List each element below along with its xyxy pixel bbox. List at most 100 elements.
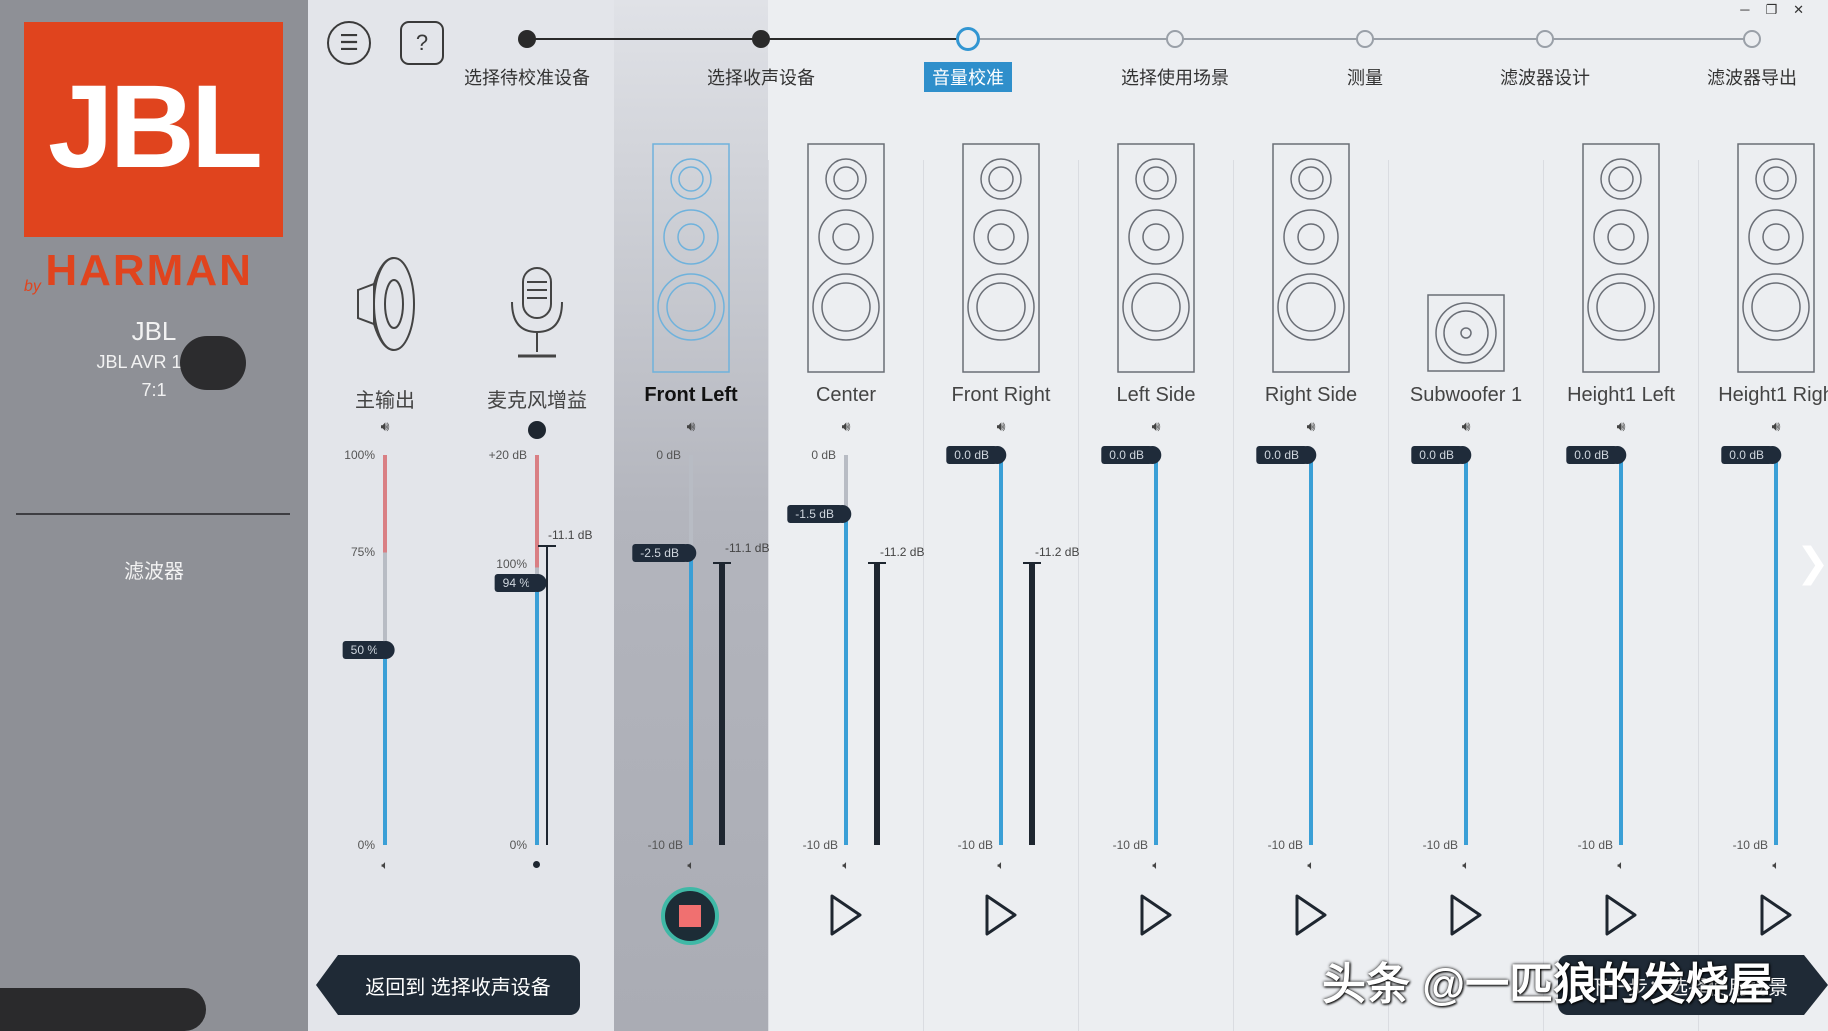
volume-up-icon: 🔊︎	[686, 418, 696, 434]
tower-speaker-icon[interactable]	[652, 143, 730, 373]
mic-gain-track-lower[interactable]	[535, 582, 539, 845]
gain-track-lower[interactable]	[1774, 455, 1778, 845]
gain-value-badge[interactable]: -1.5 dB	[787, 504, 851, 523]
jbl-logo: JBL	[24, 22, 283, 237]
mic-gain-value-badge[interactable]: 94 %	[494, 573, 548, 592]
level-meter-label: -11.1 dB	[725, 541, 770, 555]
subwoofer-icon[interactable]	[1427, 294, 1505, 372]
gain-value-badge[interactable]: 0.0 dB	[1566, 446, 1626, 464]
play-icon[interactable]	[981, 890, 1021, 940]
help-button[interactable]: ?	[400, 21, 444, 65]
sidebar-item-filter[interactable]: 滤波器	[0, 555, 308, 584]
harman-logo: by HARMAN	[24, 246, 294, 296]
scale-bottom-label: -10 dB	[647, 838, 683, 852]
gain-value-badge[interactable]: 0.0 dB	[1721, 446, 1781, 464]
harman-by-text: by	[24, 278, 41, 295]
chevron-right-icon[interactable]: ❯	[1796, 540, 1828, 586]
gain-value-badge[interactable]: 0.0 dB	[946, 446, 1006, 464]
gain-value-badge[interactable]: 0.0 dB	[1411, 446, 1471, 464]
volume-up-icon: 🔊︎	[1461, 418, 1471, 434]
menu-icon: ☰	[339, 30, 359, 55]
tower-speaker-icon[interactable]	[1117, 143, 1195, 373]
jbl-logo-text: JBL	[48, 61, 263, 193]
gain-track-lower[interactable]	[1464, 455, 1468, 845]
mic-level-meter	[546, 545, 548, 845]
gain-track-lower[interactable]	[844, 513, 848, 845]
window-controls[interactable]: ─❐✕	[1740, 2, 1820, 18]
volume-up-icon: 🔊︎	[841, 418, 851, 434]
play-icon[interactable]	[1291, 890, 1331, 940]
back-button[interactable]: 返回到 选择收声设备	[316, 955, 580, 1015]
gain-track-lower[interactable]	[1309, 455, 1313, 845]
gain-value-badge[interactable]: -2.5 dB	[632, 543, 696, 562]
tower-speaker-icon[interactable]	[962, 143, 1040, 373]
step-label-2[interactable]: 选择收声设备	[707, 64, 815, 90]
channel-name: Front Left	[644, 384, 738, 406]
play-icon[interactable]	[1136, 890, 1176, 940]
restore-icon[interactable]: ❐	[1765, 2, 1793, 17]
main-output-label: 主输出	[355, 390, 415, 412]
main-output-track-lower[interactable]	[383, 650, 387, 845]
redaction-blob	[180, 336, 246, 390]
tower-speaker-icon[interactable]	[1272, 143, 1350, 373]
step-dot-5[interactable]	[1356, 30, 1374, 48]
stop-button[interactable]	[661, 887, 719, 945]
mic-level-peak	[538, 545, 556, 547]
step-dot-2[interactable]	[752, 30, 770, 48]
level-meter-peak	[1023, 562, 1041, 564]
step-dot-7[interactable]	[1743, 30, 1761, 48]
step-label-7[interactable]: 滤波器导出	[1707, 64, 1797, 90]
minimize-icon[interactable]: ─	[1740, 2, 1765, 17]
level-meter-label: -11.2 dB	[1035, 545, 1080, 559]
step-label-3[interactable]: 音量校准	[924, 62, 1012, 92]
watermark-text: 头条 @一匹狼的发烧屋	[1322, 960, 1774, 1009]
column-separator	[1078, 160, 1079, 1031]
play-icon[interactable]	[1446, 890, 1486, 940]
main-output-track-upper[interactable]	[383, 455, 387, 650]
gain-track-lower[interactable]	[1154, 455, 1158, 845]
gain-track-lower[interactable]	[689, 552, 693, 845]
scale-bottom-label: -10 dB	[1732, 838, 1768, 852]
menu-button[interactable]: ☰	[327, 21, 371, 65]
close-icon[interactable]: ✕	[1793, 2, 1820, 17]
column-separator	[1543, 160, 1544, 1031]
help-icon: ?	[415, 30, 429, 55]
mic-gain-track-upper[interactable]	[535, 455, 539, 583]
step-dot-1[interactable]	[518, 30, 536, 48]
mic-gain-label: 麦克风增益	[487, 390, 587, 412]
channel-name: Front Right	[951, 384, 1051, 406]
tower-speaker-icon[interactable]	[807, 143, 885, 373]
step-label-6[interactable]: 滤波器设计	[1500, 64, 1590, 90]
play-icon[interactable]	[826, 890, 866, 940]
mic-level-label: -11.1 dB	[548, 528, 593, 542]
tower-speaker-icon[interactable]	[1737, 143, 1815, 373]
level-meter-label: -11.2 dB	[880, 545, 925, 559]
volume-up-icon: 🔊︎	[996, 418, 1006, 434]
step-dot-3[interactable]	[956, 27, 980, 51]
level-meter	[719, 562, 725, 845]
step-dot-4[interactable]	[1166, 30, 1184, 48]
volume-down-icon: 🔈︎	[1617, 858, 1625, 872]
stepper-line-done	[527, 38, 968, 40]
column-separator	[1233, 160, 1234, 1031]
channel-name: Height1 Righ	[1718, 384, 1828, 406]
gain-track-lower[interactable]	[1619, 455, 1623, 845]
play-icon[interactable]	[1756, 890, 1796, 940]
step-label-5[interactable]: 测量	[1347, 64, 1383, 90]
play-icon[interactable]	[1601, 890, 1641, 940]
gain-value-badge[interactable]: 0.0 dB	[1256, 446, 1316, 464]
gain-track-lower[interactable]	[999, 455, 1003, 845]
channel-name: Right Side	[1264, 384, 1358, 406]
gain-track-upper[interactable]	[689, 455, 693, 553]
mic-scale-mid-label: 100%	[496, 557, 527, 571]
scale-bottom-label: -10 dB	[1577, 838, 1613, 852]
scale-bottom-label: -10 dB	[957, 838, 993, 852]
scale-bottom-label: -10 dB	[1267, 838, 1303, 852]
main-output-value-badge[interactable]: 50 %	[342, 641, 396, 659]
gain-value-badge[interactable]: 0.0 dB	[1101, 446, 1161, 464]
scale-bottom-label: -10 dB	[1422, 838, 1458, 852]
step-label-1[interactable]: 选择待校准设备	[464, 64, 590, 90]
step-label-4[interactable]: 选择使用场景	[1121, 64, 1229, 90]
tower-speaker-icon[interactable]	[1582, 143, 1660, 373]
step-dot-6[interactable]	[1536, 30, 1554, 48]
